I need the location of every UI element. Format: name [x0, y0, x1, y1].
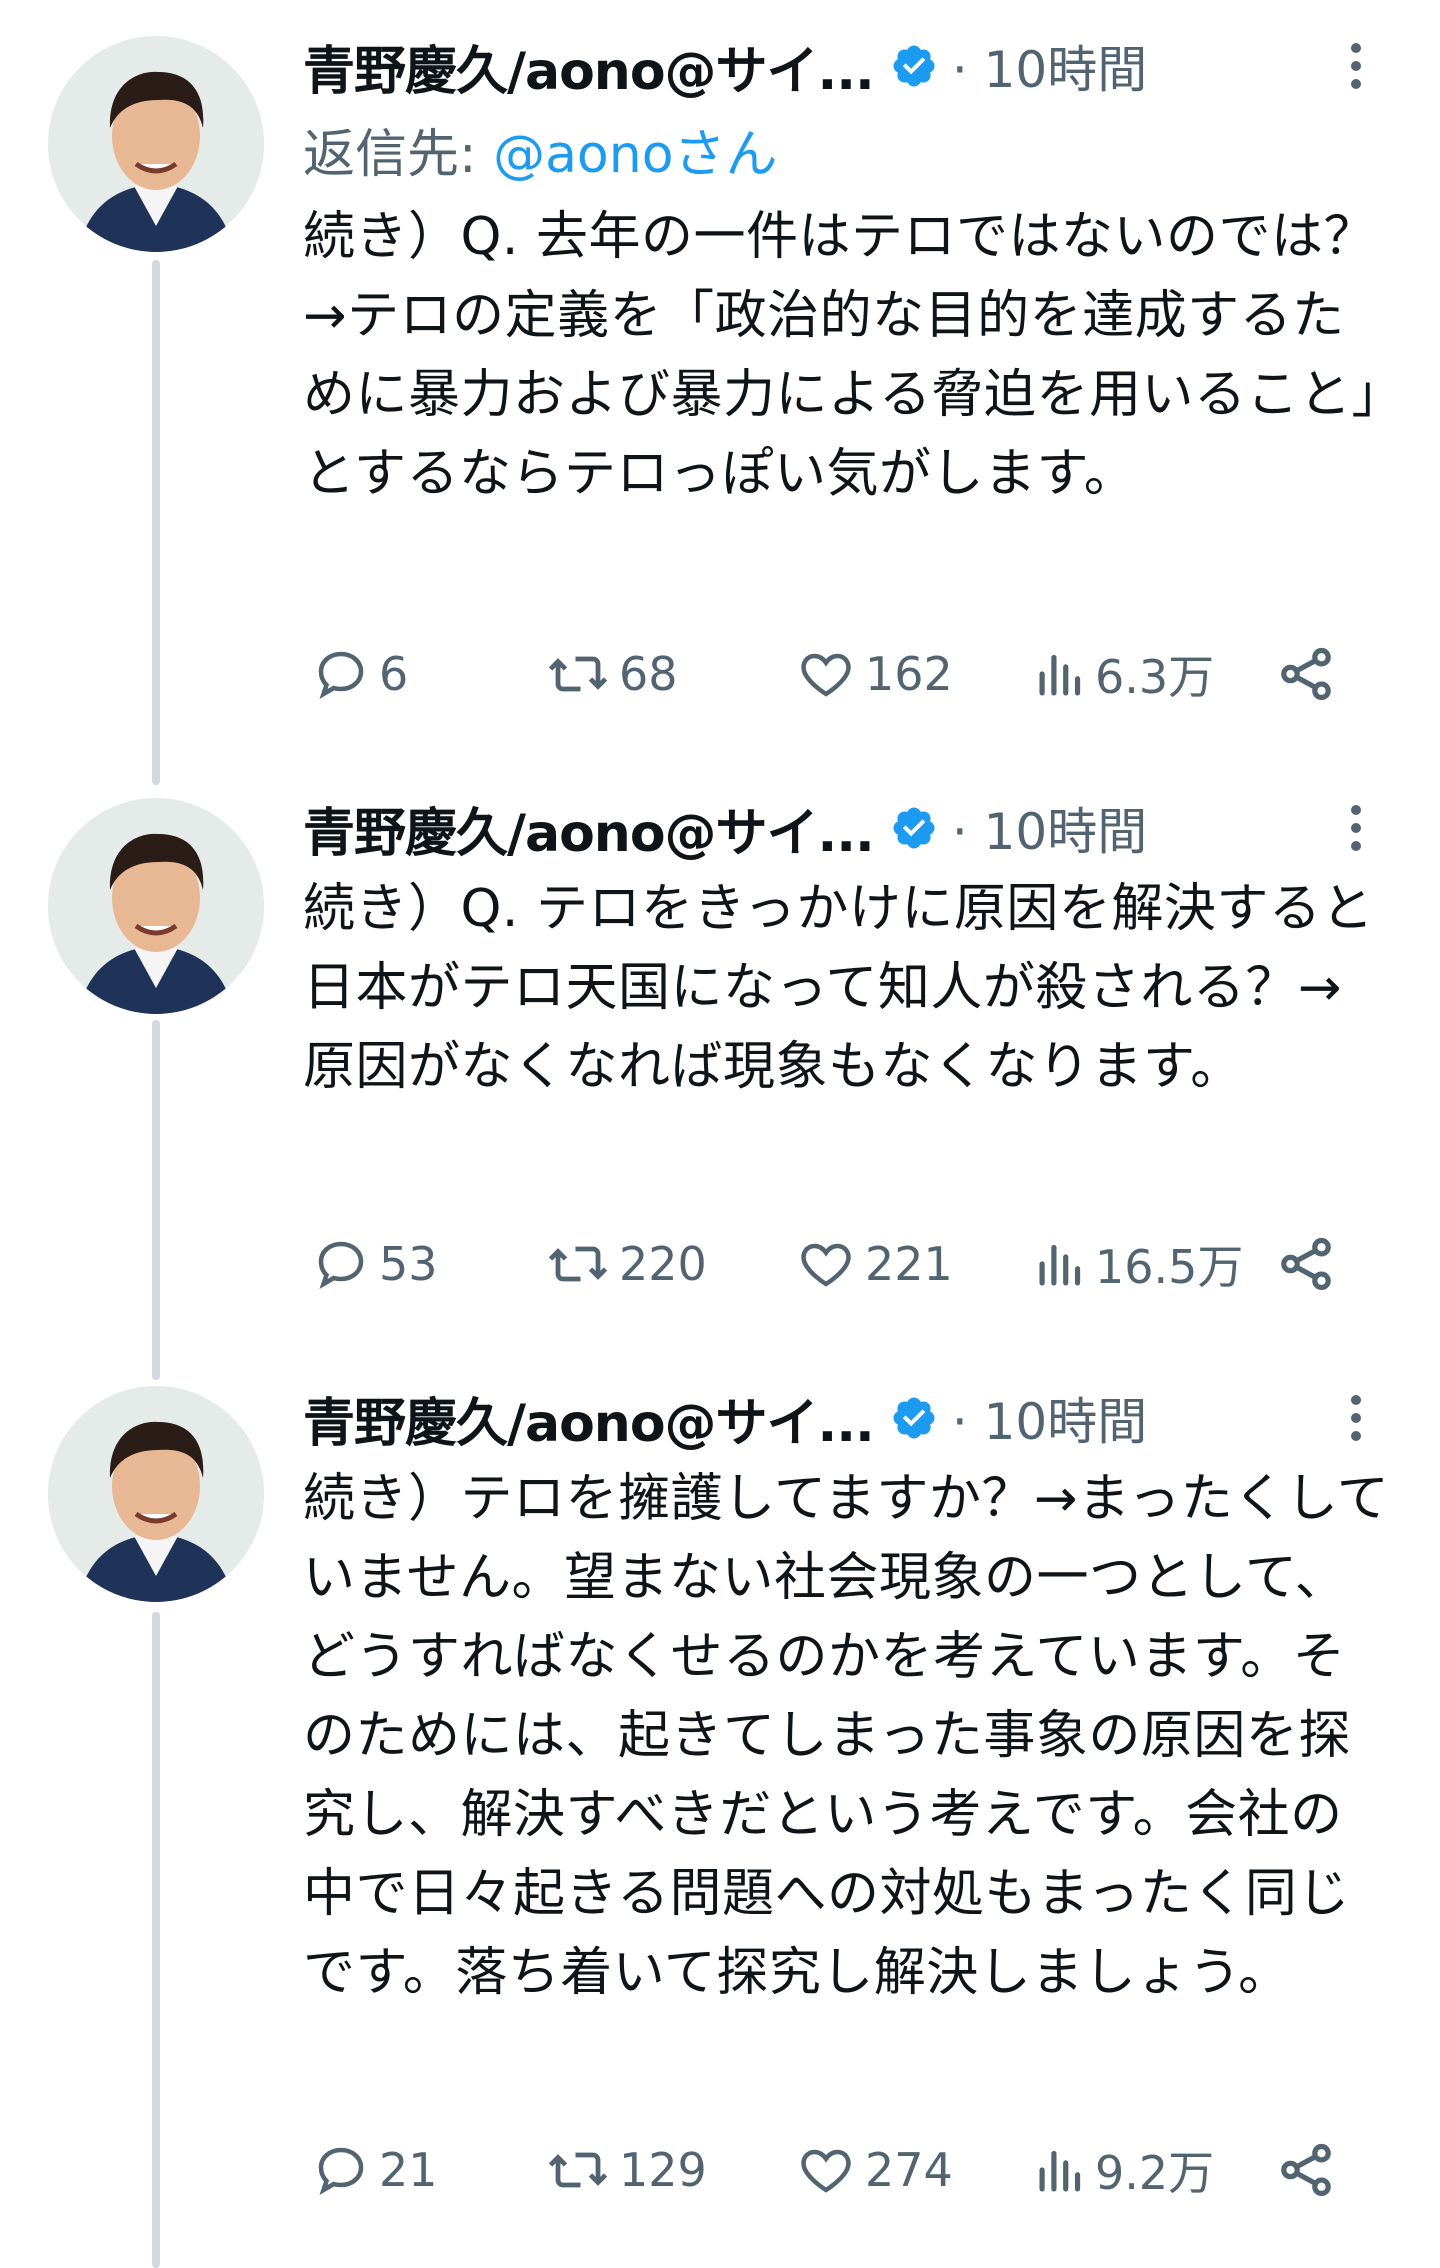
timestamp[interactable]: · 10時間 — [952, 792, 1147, 864]
tweet-text: 続き）テロを擁護してますか？→まったくしていません。望まない社会現象の一つとして… — [303, 1469, 1390, 2003]
tweet-actions: 53 220 221 16.5万 — [303, 1228, 1403, 1300]
share-icon — [1281, 647, 1331, 701]
avatar[interactable] — [48, 36, 264, 252]
timestamp[interactable]: · 10時間 — [952, 1382, 1147, 1454]
reply-button[interactable]: 53 — [311, 1228, 438, 1300]
views-bar-chart-icon — [1039, 654, 1081, 696]
views-count: 16.5万 — [1095, 1240, 1244, 1294]
reply-bubble-icon — [318, 2147, 364, 2195]
tweet-actions: 21 129 274 9.2万 — [303, 2134, 1403, 2206]
avatar-photo — [48, 36, 264, 252]
timestamp[interactable]: · 10時間 — [952, 30, 1147, 102]
share-button[interactable] — [1275, 2134, 1345, 2206]
views-count: 9.2万 — [1095, 2146, 1215, 2200]
thread-connector — [152, 260, 160, 785]
views-button[interactable]: 16.5万 — [1035, 1228, 1243, 1300]
avatar[interactable] — [48, 1386, 264, 1602]
share-button[interactable] — [1275, 1228, 1345, 1300]
tweet-header: 青野慶久/aono@サイ... · 10時間 — [303, 30, 1403, 102]
like-button[interactable]: 221 — [795, 1228, 953, 1300]
reply-button[interactable]: 6 — [311, 638, 408, 710]
heart-icon — [801, 2149, 851, 2193]
tweet-actions: 6 68 162 6.3万 — [303, 638, 1403, 710]
like-count: 221 — [865, 1237, 953, 1291]
author-name[interactable]: 青野慶久/aono@サイ... — [303, 791, 875, 866]
retweet-icon — [548, 1246, 608, 1282]
reply-button[interactable]: 21 — [311, 2134, 438, 2206]
reply-mention-link[interactable]: @aonoさん — [493, 125, 777, 185]
like-button[interactable]: 274 — [795, 2134, 953, 2206]
reply-count: 53 — [379, 1237, 438, 1291]
verified-badge-icon — [893, 807, 935, 849]
retweet-button[interactable]: 220 — [545, 1228, 707, 1300]
retweet-count: 68 — [619, 647, 678, 701]
tweet-text: 続き）Q. 去年の一件はテロではないのでは？→テロの定義を「政治的な目的を達成す… — [303, 207, 1378, 504]
author-name[interactable]: 青野慶久/aono@サイ... — [303, 1381, 875, 1456]
like-count: 274 — [865, 2143, 953, 2197]
verified-badge-icon — [893, 45, 935, 87]
author-name[interactable]: 青野慶久/aono@サイ... — [303, 29, 875, 104]
reply-count: 21 — [379, 2143, 438, 2197]
verified-badge-icon — [893, 1397, 935, 1439]
retweet-icon — [548, 2152, 608, 2188]
thread-connector — [152, 1612, 160, 2268]
reply-to-label: 返信先: — [303, 125, 494, 185]
more-vertical-icon[interactable] — [1336, 792, 1376, 864]
retweet-count: 220 — [619, 1237, 707, 1291]
tweet-header: 青野慶久/aono@サイ... · 10時間 — [303, 1382, 1403, 1454]
heart-icon — [801, 1243, 851, 1287]
reply-bubble-icon — [318, 1241, 364, 1289]
like-button[interactable]: 162 — [795, 638, 953, 710]
views-button[interactable]: 9.2万 — [1035, 2134, 1214, 2206]
thread-connector — [152, 1020, 160, 1380]
share-icon — [1281, 1237, 1331, 1291]
retweet-button[interactable]: 129 — [545, 2134, 707, 2206]
retweet-button[interactable]: 68 — [545, 638, 678, 710]
share-icon — [1281, 2143, 1331, 2197]
heart-icon — [801, 653, 851, 697]
tweet-header: 青野慶久/aono@サイ... · 10時間 — [303, 792, 1403, 864]
retweet-icon — [548, 656, 608, 692]
views-bar-chart-icon — [1039, 2150, 1081, 2192]
avatar[interactable] — [48, 798, 264, 1014]
retweet-count: 129 — [619, 2143, 707, 2197]
reply-to-line: 返信先: @aonoさん — [303, 112, 778, 187]
reply-bubble-icon — [318, 651, 364, 699]
avatar-photo — [48, 798, 264, 1014]
reply-count: 6 — [379, 647, 409, 701]
like-count: 162 — [865, 647, 953, 701]
share-button[interactable] — [1275, 638, 1345, 710]
views-bar-chart-icon — [1039, 1244, 1081, 1286]
more-vertical-icon[interactable] — [1336, 1382, 1376, 1454]
avatar-photo — [48, 1386, 264, 1602]
tweet-text: 続き）Q. テロをきっかけに原因を解決すると日本がテロ天国になって知人が殺される… — [303, 879, 1374, 1097]
views-count: 6.3万 — [1095, 650, 1215, 704]
views-button[interactable]: 6.3万 — [1035, 638, 1214, 710]
more-vertical-icon[interactable] — [1336, 30, 1376, 102]
